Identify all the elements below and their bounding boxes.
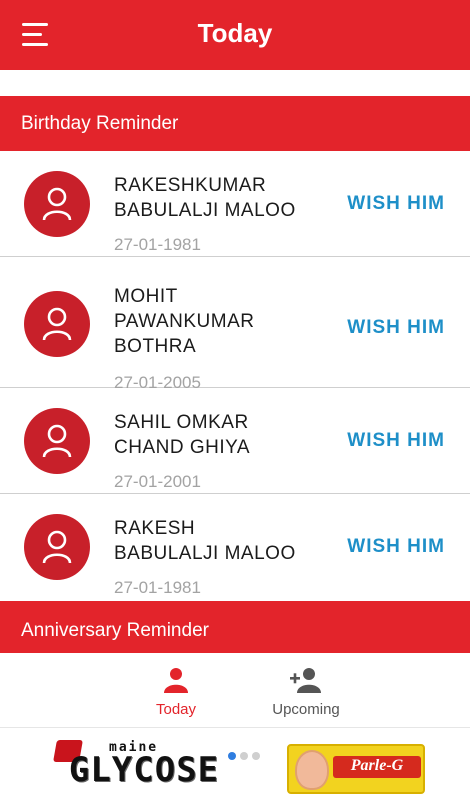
parle-g-ad-image[interactable]: Parle-G: [287, 744, 425, 794]
tab-upcoming-label: Upcoming: [272, 701, 340, 718]
list-item: RAKESHKUMAR BABULALJI MALOO WISH HIM 27-…: [0, 151, 470, 257]
person-icon: [42, 530, 72, 564]
person-icon: [42, 187, 72, 221]
tab-upcoming[interactable]: Upcoming: [236, 667, 376, 718]
birth-date: 27-01-1981: [114, 235, 201, 254]
bottom-navigation: Today Upcoming: [0, 653, 470, 728]
carousel-dot: [252, 752, 260, 760]
avatar: [24, 514, 90, 580]
person-icon: [42, 307, 72, 341]
person-icon: [42, 424, 72, 458]
list-item: RAKESH BABULALJI MALOO WISH HIM 27-01-19…: [0, 494, 470, 600]
carousel-dot-active: [228, 752, 236, 760]
birthday-list: RAKESHKUMAR BABULALJI MALOO WISH HIM 27-…: [0, 151, 470, 600]
page-title: Today: [197, 18, 273, 48]
contact-name: SAHIL OMKAR CHAND GHIYA: [114, 412, 251, 458]
add-person-icon: [290, 668, 321, 693]
contact-name: RAKESHKUMAR BABULALJI MALOO: [114, 175, 296, 221]
birth-date: 27-01-2001: [114, 472, 201, 491]
person-icon: [164, 668, 188, 693]
birthday-reminder-header: Birthday Reminder: [0, 96, 470, 151]
ad-banner[interactable]: maine GLYCOSE Parle-G: [0, 728, 470, 800]
avatar: [24, 171, 90, 237]
birth-date: 27-01-1981: [114, 578, 201, 597]
wish-him-button[interactable]: WISH HIM: [347, 536, 445, 558]
wish-him-button[interactable]: WISH HIM: [347, 430, 445, 452]
avatar: [24, 291, 90, 357]
avatar: [24, 408, 90, 474]
parle-g-girl-image: [295, 750, 329, 790]
wish-him-button[interactable]: WISH HIM: [347, 193, 445, 215]
carousel-dot: [240, 752, 248, 760]
glucose-ad-logo[interactable]: maine GLYCOSE: [33, 736, 255, 794]
anniversary-reminder-header: Anniversary Reminder: [0, 601, 470, 653]
contact-name: RAKESH BABULALJI MALOO: [114, 518, 296, 564]
contact-name: MOHIT PAWANKUMAR BOTHRA: [114, 286, 255, 357]
wish-him-button[interactable]: WISH HIM: [347, 317, 445, 339]
tab-today-label: Today: [155, 701, 197, 718]
tab-today[interactable]: Today: [106, 667, 246, 718]
list-item: SAHIL OMKAR CHAND GHIYA WISH HIM 27-01-2…: [0, 388, 470, 494]
app-bar: Today: [0, 0, 470, 70]
list-item: MOHIT PAWANKUMAR BOTHRA WISH HIM 27-01-2…: [0, 257, 470, 392]
